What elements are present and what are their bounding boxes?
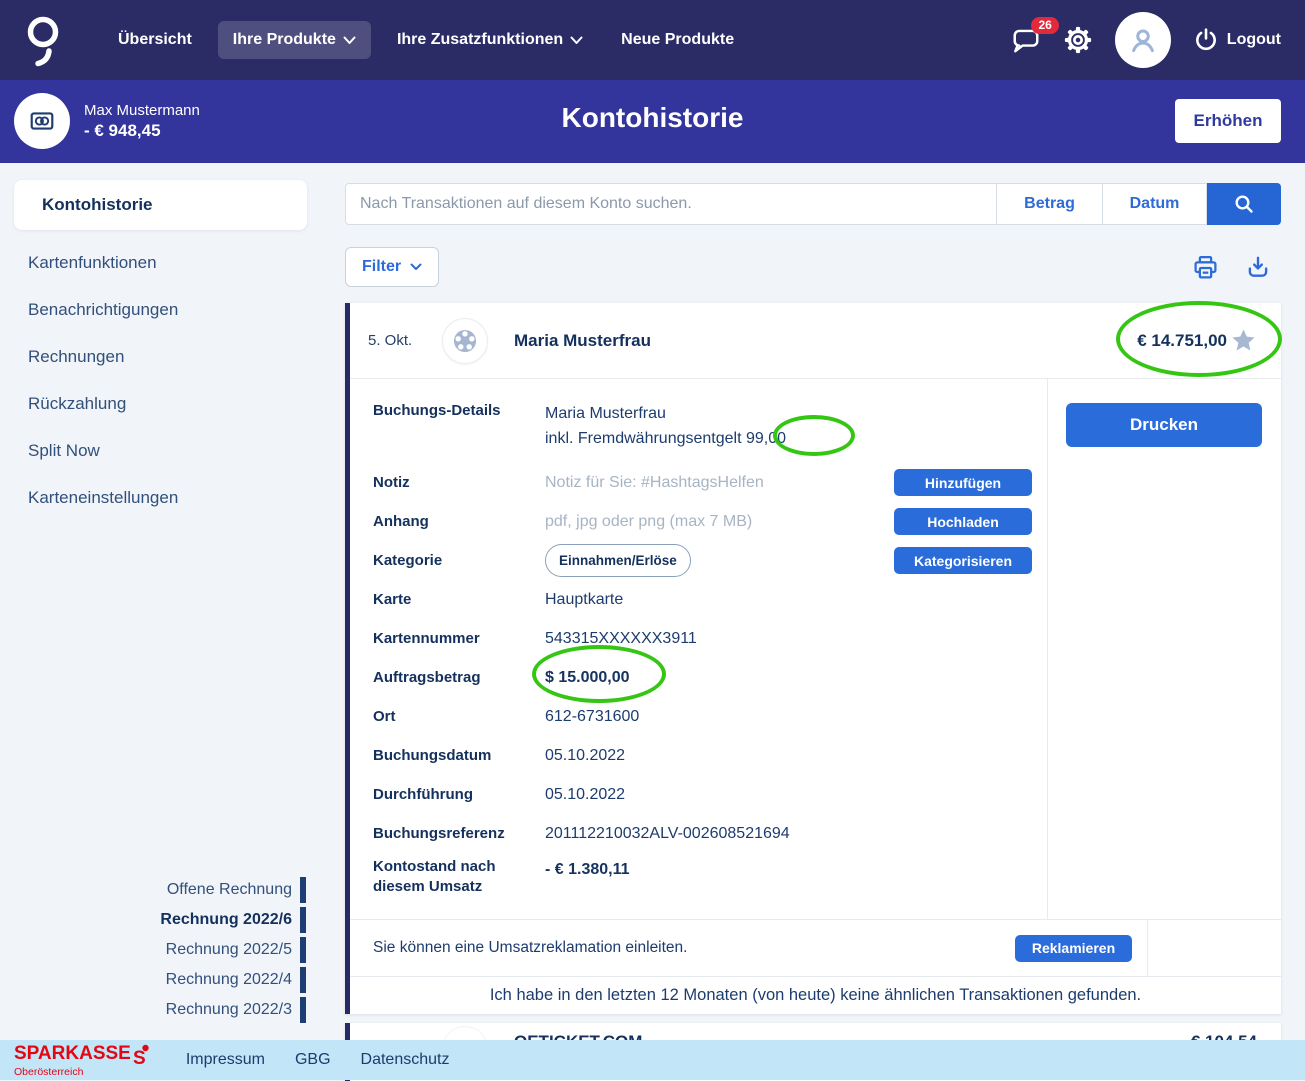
- detail-row-buchungsreferenz: Buchungsreferenz 201112210032ALV-0026085…: [373, 814, 1047, 853]
- detail-value: Maria Musterfrau: [545, 401, 1047, 426]
- invoice-marker-bar: [300, 967, 306, 993]
- transaction-date: 5. Okt.: [368, 332, 442, 349]
- printer-icon: [1192, 254, 1219, 281]
- invoice-item-2022-6[interactable]: Rechnung 2022/6: [160, 905, 306, 935]
- sidebar-item-kartenfunktionen[interactable]: Kartenfunktionen: [0, 239, 345, 286]
- invoice-item-2022-5[interactable]: Rechnung 2022/5: [160, 935, 306, 965]
- transaction-merchant: Maria Musterfrau: [514, 331, 651, 351]
- amount-filter-button[interactable]: Betrag: [997, 183, 1103, 225]
- nav-item-ihre-produkte[interactable]: Ihre Produkte: [218, 21, 371, 59]
- download-button[interactable]: [1245, 254, 1271, 280]
- categorize-button[interactable]: Kategorisieren: [894, 547, 1032, 574]
- download-icon: [1245, 254, 1271, 280]
- transaction-details: Buchungs-Details Maria Musterfrau inkl. …: [350, 379, 1048, 919]
- upload-button[interactable]: Hochladen: [894, 508, 1032, 535]
- detail-row-notiz: Notiz Notiz für Sie: #HashtagsHelfen Hin…: [373, 463, 1047, 502]
- george-logo-icon[interactable]: [22, 11, 64, 69]
- footer-link-gbg[interactable]: GBG: [295, 1051, 331, 1069]
- complaint-text: Sie können eine Umsatzreklamation einlei…: [373, 939, 687, 957]
- search-input[interactable]: [345, 183, 997, 225]
- detail-row-durchfuehrung: Durchführung 05.10.2022: [373, 775, 1047, 814]
- footer-link-impressum[interactable]: Impressum: [186, 1051, 265, 1069]
- search-button[interactable]: [1207, 183, 1281, 225]
- footer: SPARKASSE S Oberösterreich Impressum GBG…: [0, 1040, 1305, 1080]
- sidebar-item-kontohistorie[interactable]: Kontohistorie: [14, 180, 307, 230]
- top-navbar: Übersicht Ihre Produkte Ihre Zusatzfunkt…: [0, 0, 1305, 80]
- detail-row-buchungs-details: Buchungs-Details Maria Musterfrau inkl. …: [373, 397, 1047, 463]
- logout-button[interactable]: Logout: [1193, 27, 1281, 53]
- invoice-marker-bar: [300, 877, 306, 903]
- sparkasse-logo: SPARKASSE S Oberösterreich: [14, 1042, 150, 1078]
- profile-button[interactable]: [1115, 12, 1171, 68]
- invoice-list: Offene Rechnung Rechnung 2022/6 Rechnung…: [160, 875, 306, 1025]
- attachment-placeholder: pdf, jpg oder png (max 7 MB): [545, 509, 894, 534]
- magnifier-icon: [1232, 192, 1256, 216]
- main-content: Betrag Datum Filter: [345, 163, 1305, 1081]
- invoice-item-2022-4[interactable]: Rechnung 2022/4: [160, 965, 306, 995]
- chevron-down-icon: [410, 263, 422, 271]
- detail-row-ort: Ort 612-6731600: [373, 697, 1047, 736]
- transaction-amount: € 14.751,00: [1137, 327, 1257, 354]
- nav-item-neue-produkte[interactable]: Neue Produkte: [609, 21, 746, 59]
- sidebar-item-rechnungen[interactable]: Rechnungen: [0, 333, 345, 380]
- nav-item-zusatzfunktionen[interactable]: Ihre Zusatzfunktionen: [385, 21, 595, 59]
- detail-row-anhang: Anhang pdf, jpg oder png (max 7 MB) Hoch…: [373, 502, 1047, 541]
- chevron-down-icon: [570, 36, 583, 45]
- add-note-button[interactable]: Hinzufügen: [894, 469, 1032, 496]
- star-icon[interactable]: [1230, 327, 1257, 354]
- account-header: Max Mustermann - € 948,45 Kontohistorie …: [0, 80, 1305, 163]
- sidebar: Kontohistorie Kartenfunktionen Benachric…: [0, 163, 345, 1040]
- toolbar: Filter: [345, 247, 1281, 287]
- detail-row-karte: Karte Hauptkarte: [373, 580, 1047, 619]
- sidebar-item-split-now[interactable]: Split Now: [0, 427, 345, 474]
- note-placeholder[interactable]: Notiz für Sie: #HashtagsHelfen: [545, 470, 894, 495]
- sidebar-item-benachrichtigungen[interactable]: Benachrichtigungen: [0, 286, 345, 333]
- svg-text:S: S: [133, 1048, 146, 1066]
- user-avatar-icon: [1128, 25, 1158, 55]
- detail-row-buchungsdatum: Buchungsdatum 05.10.2022: [373, 736, 1047, 775]
- invoice-marker-bar: [300, 937, 306, 963]
- power-icon: [1193, 27, 1219, 53]
- footer-link-datenschutz[interactable]: Datenschutz: [361, 1051, 450, 1069]
- settings-button[interactable]: [1063, 25, 1093, 55]
- detail-row-auftragsbetrag: Auftragsbetrag $ 15.000,00: [373, 658, 1047, 697]
- messages-button[interactable]: 26: [1011, 27, 1041, 54]
- invoice-marker-bar: [300, 907, 306, 933]
- invoice-item-offene-rechnung[interactable]: Offene Rechnung: [160, 875, 306, 905]
- page-title: Kontohistorie: [0, 102, 1305, 134]
- sparkasse-region: Oberösterreich: [14, 1067, 150, 1078]
- invoice-item-2022-3[interactable]: Rechnung 2022/3: [160, 995, 306, 1025]
- gear-icon: [1063, 25, 1093, 55]
- invoice-marker-bar: [300, 997, 306, 1023]
- detail-row-kontostand: Kontostand nach diesem Umsatz - € 1.380,…: [373, 853, 1047, 909]
- detail-value-line2: inkl. Fremdwährungsentgelt 99,00: [545, 426, 1047, 451]
- sparkasse-s-icon: S: [133, 1044, 150, 1066]
- nav-item-uebersicht[interactable]: Übersicht: [106, 21, 204, 59]
- complaint-section: Sie können eine Umsatzreklamation einlei…: [350, 919, 1281, 976]
- sidebar-item-rueckzahlung[interactable]: Rückzahlung: [0, 380, 345, 427]
- detail-row-kategorie: Kategorie Einnahmen/Erlöse Kategorisiere…: [373, 541, 1047, 580]
- filter-button[interactable]: Filter: [345, 247, 439, 287]
- print-list-button[interactable]: [1192, 254, 1219, 281]
- similar-transactions-info: Ich habe in den letzten 12 Monaten (von …: [350, 976, 1281, 1014]
- sidebar-item-karteneinstellungen[interactable]: Karteneinstellungen: [0, 474, 345, 521]
- category-tag[interactable]: Einnahmen/Erlöse: [545, 544, 691, 577]
- detail-row-kartennummer: Kartennummer 543315XXXXXX3911: [373, 619, 1047, 658]
- notification-badge: 26: [1031, 17, 1058, 34]
- soccer-ball-icon: [452, 328, 478, 354]
- print-transaction-button[interactable]: Drucken: [1066, 403, 1262, 447]
- chevron-down-icon: [343, 36, 356, 45]
- search-bar: Betrag Datum: [345, 183, 1281, 225]
- main-menu: Übersicht Ihre Produkte Ihre Zusatzfunkt…: [106, 21, 746, 59]
- raise-limit-button[interactable]: Erhöhen: [1175, 99, 1281, 143]
- transaction-card: 5. Okt. Maria Musterfrau € 14.751,00: [345, 303, 1281, 1014]
- complaint-button[interactable]: Reklamieren: [1015, 935, 1132, 962]
- transaction-row[interactable]: 5. Okt. Maria Musterfrau € 14.751,00: [350, 303, 1281, 379]
- transaction-category-avatar: [442, 318, 488, 364]
- transaction-actions: Drucken: [1048, 379, 1281, 919]
- date-filter-button[interactable]: Datum: [1103, 183, 1207, 225]
